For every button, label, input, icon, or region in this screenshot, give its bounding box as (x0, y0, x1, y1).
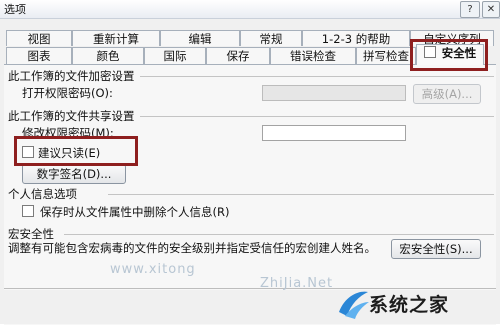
tab-recalculation[interactable]: 重新计算 (72, 30, 160, 46)
macro-separator (64, 234, 494, 235)
privacy-separator (108, 194, 494, 195)
macro-description: 调整有可能包含宏病毒的文件的安全级别并指定受信任的宏创建人姓名。 (8, 241, 376, 255)
tab-error-checking[interactable]: 错误检查 (270, 47, 356, 64)
sharing-separator (140, 116, 494, 117)
watermark-site-text-1: www.xitong (110, 262, 196, 277)
tab-general[interactable]: 常规 (240, 30, 302, 46)
tab-chart[interactable]: 图表 (6, 47, 72, 64)
tab-spelling[interactable]: 拼写检查 (356, 47, 416, 64)
tab-international[interactable]: 国际 (144, 47, 206, 64)
remove-personal-info-label: 保存时从文件属性中删除个人信息(R) (40, 205, 230, 219)
modify-password-input[interactable] (262, 125, 406, 141)
tab-color[interactable]: 颜色 (72, 47, 144, 64)
dialog-title: 选项 (4, 3, 26, 16)
tab-save[interactable]: 保存 (206, 47, 270, 64)
privacy-group-title: 个人信息选项 (8, 187, 77, 201)
open-password-input[interactable] (262, 85, 406, 101)
security-tab-highlight (410, 39, 488, 71)
macro-security-button[interactable]: 宏安全性(S)... (391, 239, 481, 259)
advanced-button[interactable]: 高级(A)... (413, 84, 481, 104)
watermark-logo: 系统之家 (335, 284, 500, 324)
tab-view[interactable]: 视图 (6, 30, 72, 46)
tab-lotus-help[interactable]: 1-2-3 的帮助 (302, 30, 410, 46)
watermark-site-text-2: ZhiJia.Net (260, 276, 334, 291)
brand-text: 系统之家 (369, 294, 450, 316)
digital-signature-button[interactable]: 数字签名(D)... (22, 164, 126, 184)
encryption-group-title: 此工作簿的文件加密设置 (8, 69, 135, 83)
help-button[interactable]: ? (460, 1, 480, 18)
remove-personal-info-checkbox[interactable] (22, 205, 34, 217)
open-password-label: 打开权限密码(O): (22, 86, 113, 100)
read-only-highlight (14, 136, 138, 166)
title-bar: 选项 ? ✕ (0, 0, 500, 19)
close-button[interactable]: ✕ (482, 1, 500, 18)
encryption-separator (140, 76, 494, 77)
brand-logo-icon (339, 291, 369, 319)
options-dialog: 选项 ? ✕ 视图 重新计算 编辑 常规 1-2-3 的帮助 自定义序列 图表 … (0, 0, 500, 325)
tab-edit[interactable]: 编辑 (160, 30, 240, 46)
sharing-group-title: 此工作簿的文件共享设置 (8, 109, 135, 123)
